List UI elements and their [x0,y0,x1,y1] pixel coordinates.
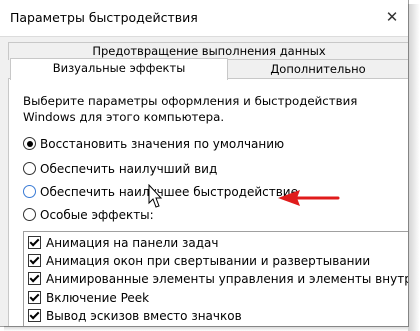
radio-empty-icon [23,185,36,198]
radio-empty-icon [23,208,36,221]
window-title: Параметры быстродействия [10,10,198,25]
checkbox-checked-icon[interactable] [28,254,41,267]
effects-list[interactable]: Анимация на панели задач Анимация окон п… [23,231,409,326]
radio-selected-icon [23,137,36,150]
list-item[interactable]: Анимация на панели задач [28,235,218,252]
window-shadow [4,326,408,331]
radio-label: Обеспечить наилучшее быстродействие [40,185,298,199]
checkbox-checked-icon[interactable] [28,291,41,304]
radio-custom[interactable]: Особые эффекты: [23,206,154,224]
list-item[interactable]: Анимация окон при свертывании и разверты… [28,253,370,270]
checkbox-checked-icon[interactable] [28,309,41,322]
radio-best-appearance[interactable]: Обеспечить наилучший вид [23,160,217,178]
list-item-label: Анимация на панели задач [46,236,219,250]
list-item-label: Вывод эскизов вместо значков [46,309,242,323]
checkbox-checked-icon[interactable] [28,236,41,249]
list-item[interactable]: Анимированные элементы управления и элем… [28,271,409,288]
window-shadow [408,4,420,331]
list-item[interactable]: Включение Peek [28,290,149,307]
title-bar: Параметры быстродействия ✕ [0,0,408,37]
tab-advanced[interactable]: Дополнительно [226,59,408,80]
radio-restore-defaults[interactable]: Восстановить значения по умолчанию [23,135,284,153]
close-icon[interactable]: ✕ [382,7,402,27]
list-item-label: Анимированные элементы управления и элем… [46,272,409,286]
radio-label: Восстановить значения по умолчанию [40,137,285,151]
radio-label: Обеспечить наилучший вид [40,162,218,176]
radio-label: Особые эффекты: [40,208,154,222]
list-item-label: Анимация окон при свертывании и разверты… [46,254,371,268]
visual-effects-panel: Выберите параметры оформления и быстроде… [8,78,409,326]
tab-visual-effects[interactable]: Визуальные эффекты [10,58,228,80]
list-item[interactable]: Вывод эскизов вместо значков [28,308,242,325]
panel-description: Выберите параметры оформления и быстроде… [23,94,358,124]
list-item-label: Включение Peek [46,291,150,305]
checkbox-checked-icon[interactable] [28,272,41,285]
mouse-cursor-icon [148,184,163,208]
radio-empty-icon [23,162,36,175]
performance-options-window: Параметры быстродействия ✕ Предотвращени… [0,0,409,327]
